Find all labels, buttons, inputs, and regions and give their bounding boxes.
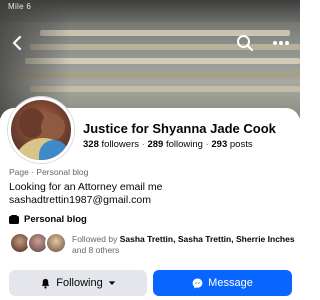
message-button[interactable]: Message — [153, 270, 292, 296]
mutual-name[interactable]: Sasha Trettin, — [120, 234, 176, 244]
posts-label: posts — [229, 139, 253, 150]
chevron-down-icon — [108, 281, 115, 285]
following-button[interactable]: Following — [9, 270, 147, 296]
bell-icon — [41, 278, 50, 288]
more-options-button[interactable] — [268, 32, 294, 54]
mutual-followers-row[interactable]: Followed by Sasha Trettin, Sasha Trettin… — [9, 232, 295, 258]
page-bio: Looking for an Attorney email me sashadt… — [9, 181, 163, 206]
cover-paper-stack — [30, 44, 300, 50]
page-category: Page · Personal blog — [9, 167, 89, 177]
followers-label[interactable]: followers — [102, 139, 140, 150]
stats-separator: · — [141, 139, 145, 150]
stats-separator: · — [205, 139, 209, 150]
more-icon — [285, 41, 289, 45]
page-title: Justice for Shyanna Jade Cook — [83, 121, 276, 136]
page-stats: 328 followers · 289 following · 293 post… — [83, 139, 253, 150]
mutual-followers-text: Followed by Sasha Trettin, Sasha Trettin… — [72, 234, 297, 256]
messenger-icon — [192, 278, 203, 288]
mutual-name[interactable]: Sasha Trettin, — [178, 234, 234, 244]
message-label: Message — [208, 277, 253, 289]
posts-count: 293 — [211, 139, 228, 150]
blog-info-row: Personal blog — [9, 214, 87, 225]
status-bar-text: Mile 6 — [8, 2, 32, 11]
more-icon — [273, 41, 277, 45]
mutual-name[interactable]: Sherrie Inches — [236, 234, 295, 244]
followers-count[interactable]: 328 — [83, 139, 99, 150]
back-button[interactable] — [6, 30, 28, 56]
blog-icon — [9, 215, 19, 224]
following-count[interactable]: 289 — [147, 139, 163, 150]
following-label[interactable]: following — [166, 139, 203, 150]
search-button[interactable] — [234, 32, 256, 54]
blog-label: Personal blog — [24, 214, 87, 225]
followed-by-prefix: Followed by — [72, 234, 118, 244]
back-arrow-icon — [12, 35, 22, 51]
search-icon — [237, 35, 254, 52]
mutual-avatar — [45, 232, 67, 254]
more-icon — [279, 41, 283, 45]
followed-by-suffix: and 8 others — [72, 245, 120, 255]
avatar-figure — [39, 140, 69, 160]
profile-avatar[interactable] — [8, 97, 74, 163]
following-label: Following — [56, 277, 103, 289]
cover-paper-stack — [30, 86, 300, 92]
avatar-figure — [41, 114, 65, 140]
